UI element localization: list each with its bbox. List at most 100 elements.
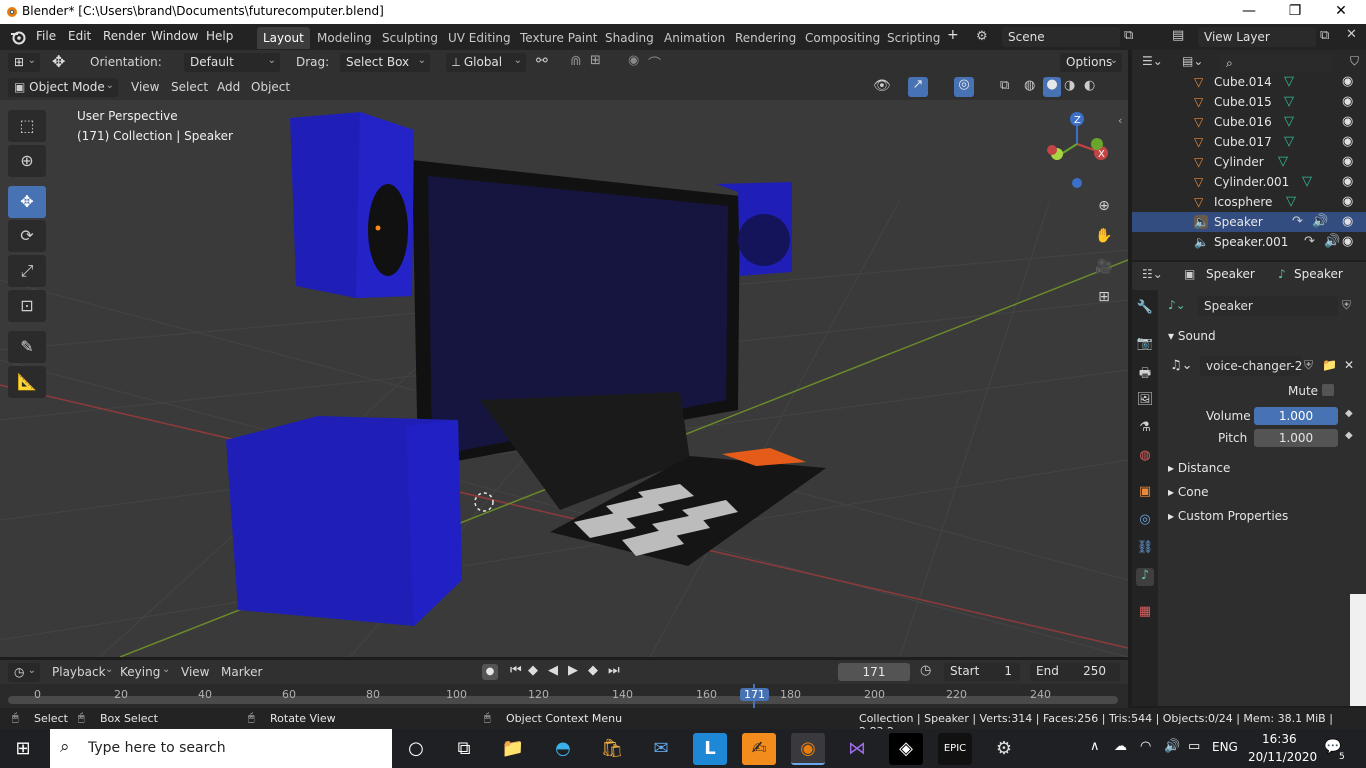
cone-section-header[interactable]: ▸ Cone <box>1168 485 1209 499</box>
mesh-data-icon[interactable]: ▽ <box>1302 174 1312 189</box>
proportional-edit-icon[interactable]: ◉ <box>628 53 639 68</box>
rendered-shading-icon[interactable]: ◐ <box>1084 78 1095 93</box>
visibility-icon[interactable]: 👁 <box>873 78 891 94</box>
editor-type-dropdown[interactable]: ◷ ⌄ <box>8 663 40 682</box>
timeline-view-menu[interactable]: View <box>181 665 209 679</box>
outliner-funnel-icon[interactable]: ⛉ <box>1350 54 1359 69</box>
sound-section-header[interactable]: ▾ Sound <box>1168 329 1216 343</box>
volume-keyframe-icon[interactable]: ◆ <box>1345 408 1353 419</box>
mode-dropdown[interactable]: ▣ Object Mode ⌄ <box>8 78 118 97</box>
menu-file[interactable]: File <box>36 29 56 43</box>
outliner-row[interactable]: ▽ Cube.015 ▽ ◉ <box>1132 92 1366 112</box>
maximize-button[interactable]: ❐ <box>1272 0 1318 24</box>
outliner-display-mode-icon[interactable]: ☰⌄ <box>1142 54 1163 68</box>
copy-view-layer-icon[interactable]: ⧉ <box>1320 28 1329 43</box>
battery-icon[interactable]: ▭ <box>1188 739 1200 754</box>
annotate-tool-icon[interactable]: ✎ <box>8 331 46 363</box>
select-box-tool-icon[interactable]: ⬚ <box>8 110 46 142</box>
menu-edit[interactable]: Edit <box>68 29 91 43</box>
view-layer-icon[interactable]: ▤ <box>1172 28 1184 43</box>
speaker-datablock-icon[interactable]: ♪⌄ <box>1168 298 1186 312</box>
eye-icon[interactable]: ◉ <box>1342 174 1353 189</box>
sound-browse-icon[interactable]: ♫⌄ <box>1170 358 1193 373</box>
move-tool-button[interactable]: ✥ <box>8 186 46 218</box>
outliner-row[interactable]: ▽ Icosphere ▽ ◉ <box>1132 192 1366 212</box>
object-menu[interactable]: Object <box>251 80 290 94</box>
tab-animation[interactable]: Animation <box>658 27 731 49</box>
speaker-data-tab-icon[interactable]: ♪ <box>1136 568 1154 586</box>
overlay-toggle-icon[interactable]: ◎ <box>954 77 974 97</box>
eye-icon[interactable]: ◉ <box>1342 134 1353 149</box>
onedrive-icon[interactable]: ☁ <box>1114 739 1127 754</box>
constraints-tab-icon[interactable]: ⛓ <box>1136 540 1154 558</box>
tab-scripting[interactable]: Scripting <box>881 27 946 49</box>
scale-tool-icon[interactable]: ⤢ <box>8 255 46 287</box>
pan-hand-icon[interactable]: ✋ <box>1092 224 1116 248</box>
drag-dropdown[interactable]: Select Box ⌄ <box>340 53 430 72</box>
blender-menu-icon[interactable] <box>10 29 26 45</box>
mail-icon[interactable]: ✉ <box>644 733 678 765</box>
measure-tool-icon[interactable]: 📐 <box>8 366 46 398</box>
unity-icon[interactable]: ◈ <box>889 733 923 765</box>
solid-shading-icon[interactable]: ● <box>1043 77 1061 97</box>
eye-icon[interactable]: ◉ <box>1342 234 1353 249</box>
mesh-data-icon[interactable]: ▽ <box>1284 94 1294 109</box>
datablock-name-field[interactable]: Speaker <box>1198 296 1338 316</box>
settings-gear-icon[interactable]: ⚙ <box>987 733 1021 765</box>
keying-menu[interactable]: Keying <box>120 665 160 679</box>
wifi-icon[interactable]: ◠ <box>1140 739 1151 754</box>
tool-settings-dropdown[interactable]: ⊞ ⌄ <box>8 53 40 72</box>
tab-modeling[interactable]: Modeling <box>311 27 378 49</box>
scene-icon[interactable]: ⚙ <box>976 29 988 44</box>
store-icon[interactable]: 🛍 <box>595 733 629 765</box>
eye-icon[interactable]: ◉ <box>1342 114 1353 129</box>
3d-viewport[interactable]: Z X User Perspective (171) Collection | … <box>0 100 1128 657</box>
mesh-data-icon[interactable]: ▽ <box>1284 114 1294 129</box>
view-layer-field[interactable]: View Layer <box>1198 27 1316 47</box>
speaker-data-icon[interactable]: 🔊 <box>1312 214 1328 229</box>
outliner-row[interactable]: ▽ Cylinder.001 ▽ ◉ <box>1132 172 1366 192</box>
outliner-row[interactable]: ▽ Cube.017 ▽ ◉ <box>1132 132 1366 152</box>
outliner-search-input[interactable]: ⌕ <box>1220 53 1332 71</box>
preview-range-icon[interactable]: ◷ <box>920 663 931 678</box>
outliner-row[interactable]: ▽ Cube.014 ▽ ◉ <box>1132 72 1366 92</box>
falloff-icon[interactable]: ⌒ <box>648 53 661 72</box>
navigation-gizmo[interactable]: Z X <box>1047 112 1108 188</box>
taskbar-search-box[interactable]: ⌕ Type here to search <box>50 729 392 768</box>
taskbar-date[interactable]: 20/11/2020 <box>1248 750 1317 764</box>
fake-user-shield-icon[interactable]: ⛨ <box>1342 298 1351 313</box>
transform-orientation-dropdown[interactable]: ⟂ Global ⌄ <box>446 53 526 72</box>
custom-properties-section-header[interactable]: ▸ Custom Properties <box>1168 509 1288 523</box>
minimize-button[interactable]: — <box>1226 0 1272 24</box>
tab-sculpting[interactable]: Sculpting <box>376 27 444 49</box>
visual-studio-icon[interactable]: ⋈ <box>840 733 874 765</box>
view-layer-tab-icon[interactable]: 🖼 <box>1136 392 1154 410</box>
render-tab-icon[interactable]: 📷 <box>1136 336 1154 354</box>
scene-tab-icon[interactable]: ⚗ <box>1136 420 1154 438</box>
play-reverse-icon[interactable]: ◀ <box>548 663 558 678</box>
tab-compositing[interactable]: Compositing <box>799 27 886 49</box>
language-indicator[interactable]: ENG <box>1212 740 1238 754</box>
constraint-icon[interactable]: ↷ <box>1304 234 1315 249</box>
current-frame-field[interactable]: 171 <box>838 663 910 681</box>
outliner-row[interactable]: ▽ Cube.016 ▽ ◉ <box>1132 112 1366 132</box>
playback-menu[interactable]: Playback <box>52 665 106 679</box>
mute-checkbox[interactable] <box>1322 384 1334 396</box>
distance-section-header[interactable]: ▸ Distance <box>1168 461 1230 475</box>
marker-menu[interactable]: Marker <box>221 665 262 679</box>
menu-help[interactable]: Help <box>206 29 233 43</box>
outliner-filter-icon[interactable]: ▤⌄ <box>1182 54 1203 68</box>
tray-chevron-icon[interactable]: ∧ <box>1090 739 1100 754</box>
mesh-data-icon[interactable]: ▽ <box>1284 74 1294 89</box>
windows-start-icon[interactable]: ⊞ <box>6 733 40 765</box>
material-shading-icon[interactable]: ◑ <box>1064 78 1075 93</box>
epic-games-icon[interactable]: EPIC <box>938 733 972 765</box>
sound-file-field[interactable]: voice-changer-2... <box>1200 356 1302 376</box>
properties-scrollbar[interactable] <box>1350 594 1366 706</box>
object-tab-icon[interactable]: ▣ <box>1136 484 1154 502</box>
zoom-icon[interactable]: ⊕ <box>1092 194 1116 218</box>
gizmo-toggle-icon[interactable]: ↗ <box>908 77 928 97</box>
add-menu[interactable]: Add <box>217 80 240 94</box>
constraint-icon[interactable]: ↷ <box>1292 214 1303 229</box>
rotate-tool-icon[interactable]: ⟳ <box>8 220 46 252</box>
